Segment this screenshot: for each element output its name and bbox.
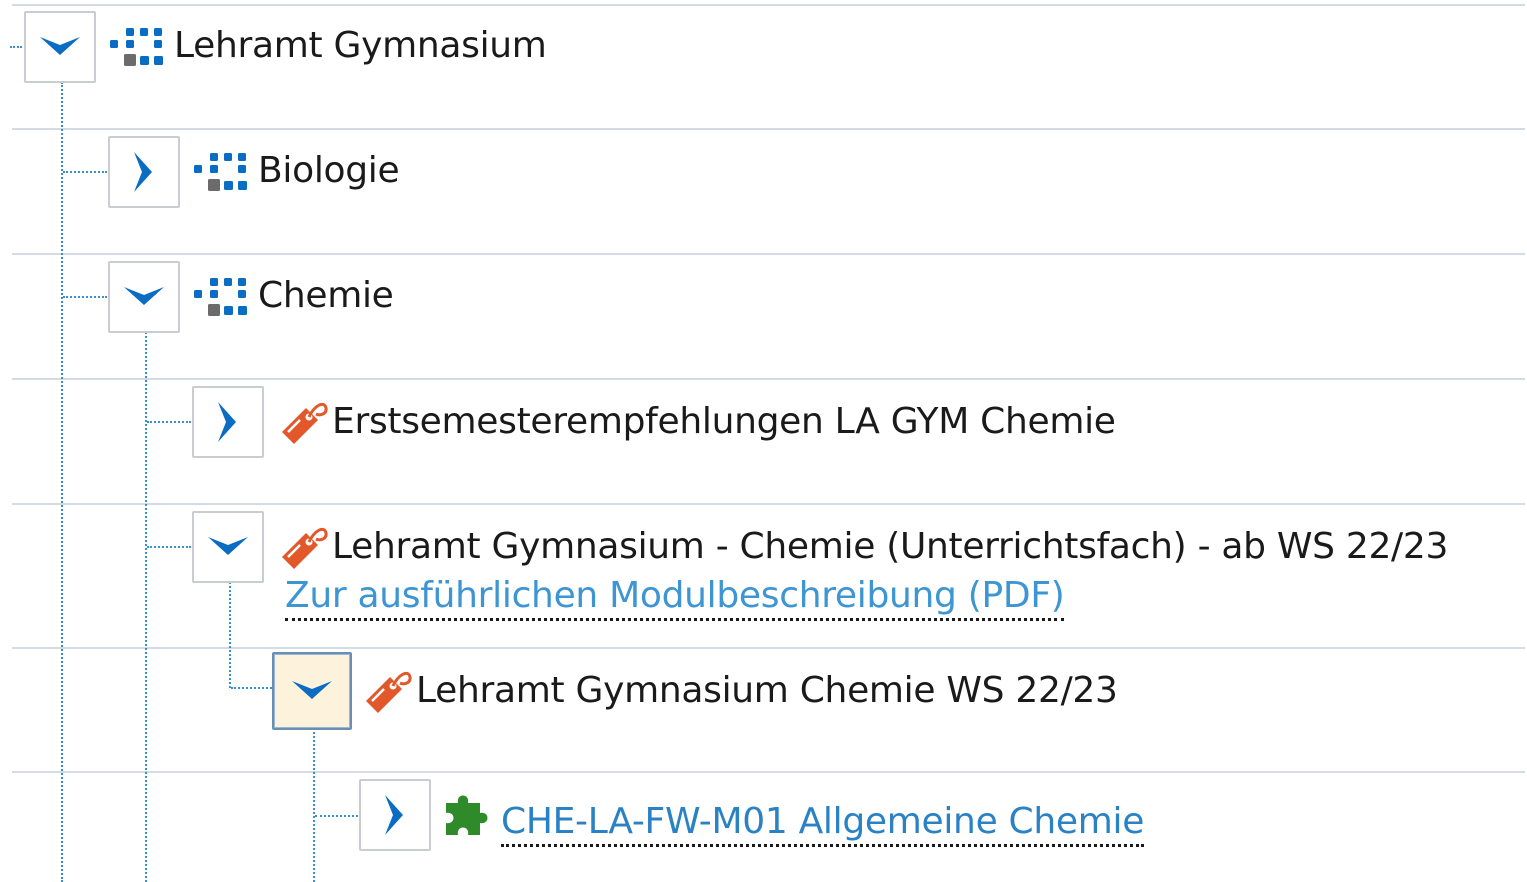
tree-node-label[interactable]: Erstsemesterempfehlungen LA GYM Chemie [332, 400, 1116, 444]
tree-connector [63, 171, 107, 173]
module-link[interactable]: CHE-LA-FW-M01 Allgemeine Chemie [501, 800, 1144, 847]
tree-connector [10, 46, 22, 48]
chevron-down-icon [292, 681, 332, 699]
structure-icon [194, 153, 247, 191]
row-separator [12, 4, 1525, 6]
tree-connector [147, 546, 191, 548]
chevron-right-icon [218, 402, 236, 442]
expand-toggle-button[interactable] [108, 136, 180, 208]
tree-node-label[interactable]: Lehramt Gymnasium Chemie WS 22/23 [416, 669, 1118, 713]
row-separator [12, 128, 1525, 130]
tree-node-label[interactable]: Lehramt Gymnasium [174, 24, 547, 68]
puzzle-icon [446, 795, 488, 835]
module-description-pdf-link[interactable]: Zur ausführlichen Modulbeschreibung (PDF… [285, 574, 1065, 621]
row-separator [12, 647, 1525, 649]
row-separator [12, 503, 1525, 505]
tag-icon [282, 402, 328, 444]
collapse-toggle-button[interactable] [192, 511, 264, 583]
row-separator [12, 378, 1525, 380]
tree-connector [61, 82, 63, 882]
tree-node-label[interactable]: Lehramt Gymnasium - Chemie (Unterrichtsf… [332, 525, 1448, 569]
chevron-down-icon [124, 287, 164, 305]
collapse-toggle-button[interactable] [108, 261, 180, 333]
expand-toggle-button[interactable] [192, 386, 264, 458]
chevron-down-icon [208, 537, 248, 555]
chevron-right-icon [385, 795, 403, 835]
tree-node-label[interactable]: Chemie [258, 274, 394, 318]
tag-icon [282, 527, 328, 569]
tree-connector [231, 687, 272, 689]
expand-toggle-button[interactable] [359, 779, 431, 851]
tree-node-label[interactable]: Biologie [258, 149, 400, 193]
structure-icon [194, 278, 247, 316]
row-separator [12, 771, 1525, 773]
chevron-right-icon [134, 152, 152, 192]
row-separator [12, 253, 1525, 255]
collapse-toggle-button[interactable] [24, 11, 96, 83]
tag-icon [366, 671, 412, 713]
tree-connector [147, 421, 191, 423]
chevron-down-icon [40, 37, 80, 55]
tree-connector [145, 332, 147, 882]
tree-connector [229, 582, 231, 688]
tree-connector [63, 296, 107, 298]
structure-icon [110, 28, 163, 66]
tree-connector [315, 815, 358, 817]
collapse-toggle-button[interactable] [272, 652, 352, 730]
tree-connector [313, 728, 315, 882]
